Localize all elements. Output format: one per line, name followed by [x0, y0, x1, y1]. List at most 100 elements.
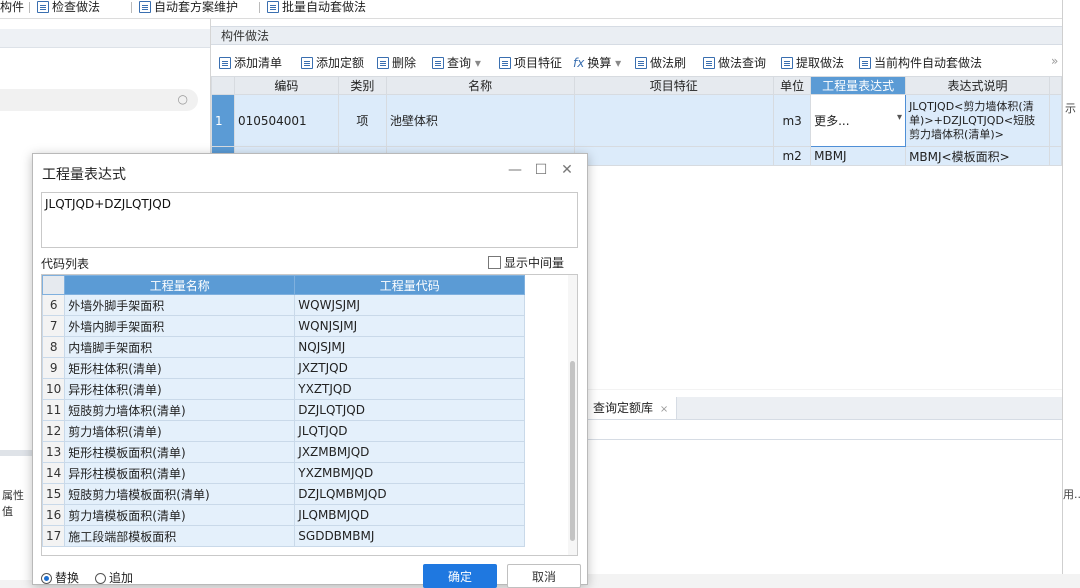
header-expression[interactable]: 工程量表达式: [810, 76, 907, 95]
tab-query-quota-library[interactable]: 查询定额库 ×: [585, 397, 678, 419]
item-name[interactable]: 矩形柱模板面积(清单): [64, 441, 296, 463]
replace-radio[interactable]: 替换: [41, 569, 79, 586]
header-code: 编码: [233, 76, 339, 95]
check-method-label: 检查做法: [52, 0, 101, 14]
item-code[interactable]: DZJLQTJQD: [294, 399, 526, 421]
list-item[interactable]: 11 短肢剪力墙体积(清单) DZJLQTJQD: [42, 399, 526, 421]
item-name[interactable]: 异形柱体积(清单): [64, 378, 296, 400]
item-name[interactable]: 外墙外脚手架面积: [64, 294, 296, 316]
method-query-button[interactable]: 做法查询: [703, 54, 766, 71]
expression-dropdown[interactable]: 更多... ▾: [810, 94, 907, 147]
item-code[interactable]: YXZTJQD: [294, 378, 526, 400]
list-item[interactable]: 9 矩形柱体积(清单) JXZTJQD: [42, 357, 526, 379]
add-quota-label: 添加定额: [316, 56, 365, 70]
item-code[interactable]: JXZMBMJQD: [294, 441, 526, 463]
expression-input[interactable]: JLQTJQD+DZJLQTJQD: [41, 192, 578, 248]
chevron-down-icon[interactable]: ▾: [897, 112, 902, 123]
method-brush-button[interactable]: 做法刷: [635, 54, 686, 71]
item-code[interactable]: WQWJSJMJ: [294, 294, 526, 316]
code-table: 工程量名称 工程量代码 6 外墙外脚手架面积 WQWJSJMJ 7 外墙内脚手架面积 W…: [42, 275, 526, 547]
add-list-label: 添加清单: [234, 56, 283, 70]
row-number[interactable]: 1: [211, 94, 235, 147]
row-expression[interactable]: MBMJ: [810, 146, 907, 166]
current-auto-method-button[interactable]: 当前构件自动套做法: [859, 54, 982, 71]
row-name[interactable]: 池壁体积: [385, 94, 575, 147]
list-item[interactable]: 16 剪力墙模板面积(清单) JLQMBMJQD: [42, 504, 526, 526]
item-name[interactable]: 施工段端部模板面积: [64, 525, 296, 547]
toolbar-separator: [131, 2, 132, 13]
delete-button[interactable]: 删除: [377, 54, 416, 71]
item-feature-label: 项目特征: [514, 56, 563, 70]
list-item[interactable]: 14 异形柱模板面积(清单) YXZMBMJQD: [42, 462, 526, 484]
add-list-button[interactable]: 添加清单: [219, 54, 282, 71]
component-search-input[interactable]: ○: [0, 89, 198, 111]
item-code[interactable]: SGDDBMBMJ: [294, 525, 526, 547]
row-type[interactable]: 项: [337, 94, 387, 147]
item-feature-button[interactable]: 项目特征: [499, 54, 562, 71]
list-item[interactable]: 8 内墙脚手架面积 NQJSJMJ: [42, 336, 526, 358]
search-icon[interactable]: ○: [178, 92, 188, 106]
item-name[interactable]: 外墙内脚手架面积: [64, 315, 296, 337]
item-code[interactable]: WQNJSJMJ: [294, 315, 526, 337]
radio-dot[interactable]: [95, 573, 106, 584]
row-unit[interactable]: m2: [773, 146, 812, 166]
append-label: 追加: [109, 571, 134, 585]
row-description[interactable]: MBMJ<模板面积>: [905, 146, 1050, 166]
row-code[interactable]: 010504001: [233, 94, 339, 147]
extract-method-button[interactable]: 提取做法: [781, 54, 844, 71]
toolbar-component[interactable]: 构件: [0, 0, 24, 16]
close-icon[interactable]: ×: [660, 404, 668, 415]
row-feature[interactable]: [573, 146, 775, 166]
list-item[interactable]: 15 短肢剪力墙模板面积(清单) DZJLQMBMJQD: [42, 483, 526, 505]
item-num: 7: [42, 315, 66, 337]
show-intermediate-checkbox[interactable]: 显示中间量: [488, 254, 564, 271]
check-method-button[interactable]: 检查做法: [37, 0, 100, 16]
code-list-scrollbar[interactable]: [568, 275, 577, 555]
item-name[interactable]: 短肢剪力墙体积(清单): [64, 399, 296, 421]
item-code[interactable]: YXZMBMJQD: [294, 462, 526, 484]
table-row[interactable]: 1 010504001 项 池壁体积 m3 更多... ▾ JLQTJQD<剪力墙…: [211, 94, 1063, 147]
item-name[interactable]: 剪力墙体积(清单): [64, 420, 296, 442]
trash-icon: [377, 57, 389, 69]
item-num: 15: [42, 483, 66, 505]
item-code[interactable]: NQJSJMJ: [294, 336, 526, 358]
item-name[interactable]: 剪力墙模板面积(清单): [64, 504, 296, 526]
item-code[interactable]: JXZTJQD: [294, 357, 526, 379]
list-item[interactable]: 17 施工段端部模板面积 SGDDBMBMJ: [42, 525, 526, 547]
toolbar-separator: [29, 2, 30, 13]
item-name[interactable]: 短肢剪力墙模板面积(清单): [64, 483, 296, 505]
row-unit[interactable]: m3: [773, 94, 812, 147]
query-button[interactable]: 查询 ▾: [432, 54, 481, 71]
item-name[interactable]: 异形柱模板面积(清单): [64, 462, 296, 484]
list-item[interactable]: 12 剪力墙体积(清单) JLQTJQD: [42, 420, 526, 442]
close-icon[interactable]: ✕: [559, 162, 575, 178]
header-spacer: [1048, 76, 1063, 95]
item-code[interactable]: JLQMBMJQD: [294, 504, 526, 526]
row-feature[interactable]: [573, 94, 775, 147]
replace-label: 替换: [55, 571, 80, 585]
scrollbar-thumb[interactable]: [570, 361, 575, 541]
toolbar-more-icon[interactable]: »: [1051, 54, 1058, 68]
radio-dot[interactable]: [41, 573, 52, 584]
minimize-icon[interactable]: —: [507, 162, 523, 178]
cancel-button[interactable]: 取消: [507, 564, 581, 588]
item-code[interactable]: DZJLQMBMJQD: [294, 483, 526, 505]
checkbox-box[interactable]: [488, 256, 501, 269]
list-item[interactable]: 6 外墙外脚手架面积 WQWJSJMJ: [42, 294, 526, 316]
item-num: 14: [42, 462, 66, 484]
row-description[interactable]: JLQTJQD<剪力墙体积(清单)>+DZJLQTJQD<短肢剪力墙体积(清单)…: [905, 94, 1050, 147]
item-name[interactable]: 矩形柱体积(清单): [64, 357, 296, 379]
auto-scheme-maintain-button[interactable]: 自动套方案维护: [139, 0, 238, 16]
list-item[interactable]: 13 矩形柱模板面积(清单) JXZMBMJQD: [42, 441, 526, 463]
list-item[interactable]: 10 异形柱体积(清单) YXZTJQD: [42, 378, 526, 400]
batch-auto-method-button[interactable]: 批量自动套做法: [267, 0, 366, 16]
list-item[interactable]: 7 外墙内脚手架面积 WQNJSJMJ: [42, 315, 526, 337]
ok-button[interactable]: 确定: [423, 564, 497, 588]
convert-button[interactable]: fx 换算 ▾: [573, 54, 621, 71]
append-radio[interactable]: 追加: [95, 569, 133, 586]
maximize-icon[interactable]: ☐: [533, 162, 549, 178]
code-list: 工程量名称 工程量代码 6 外墙外脚手架面积 WQWJSJMJ 7 外墙内脚手架面积 W…: [41, 274, 578, 556]
item-code[interactable]: JLQTJQD: [294, 420, 526, 442]
add-quota-button[interactable]: 添加定额: [301, 54, 364, 71]
item-name[interactable]: 内墙脚手架面积: [64, 336, 296, 358]
